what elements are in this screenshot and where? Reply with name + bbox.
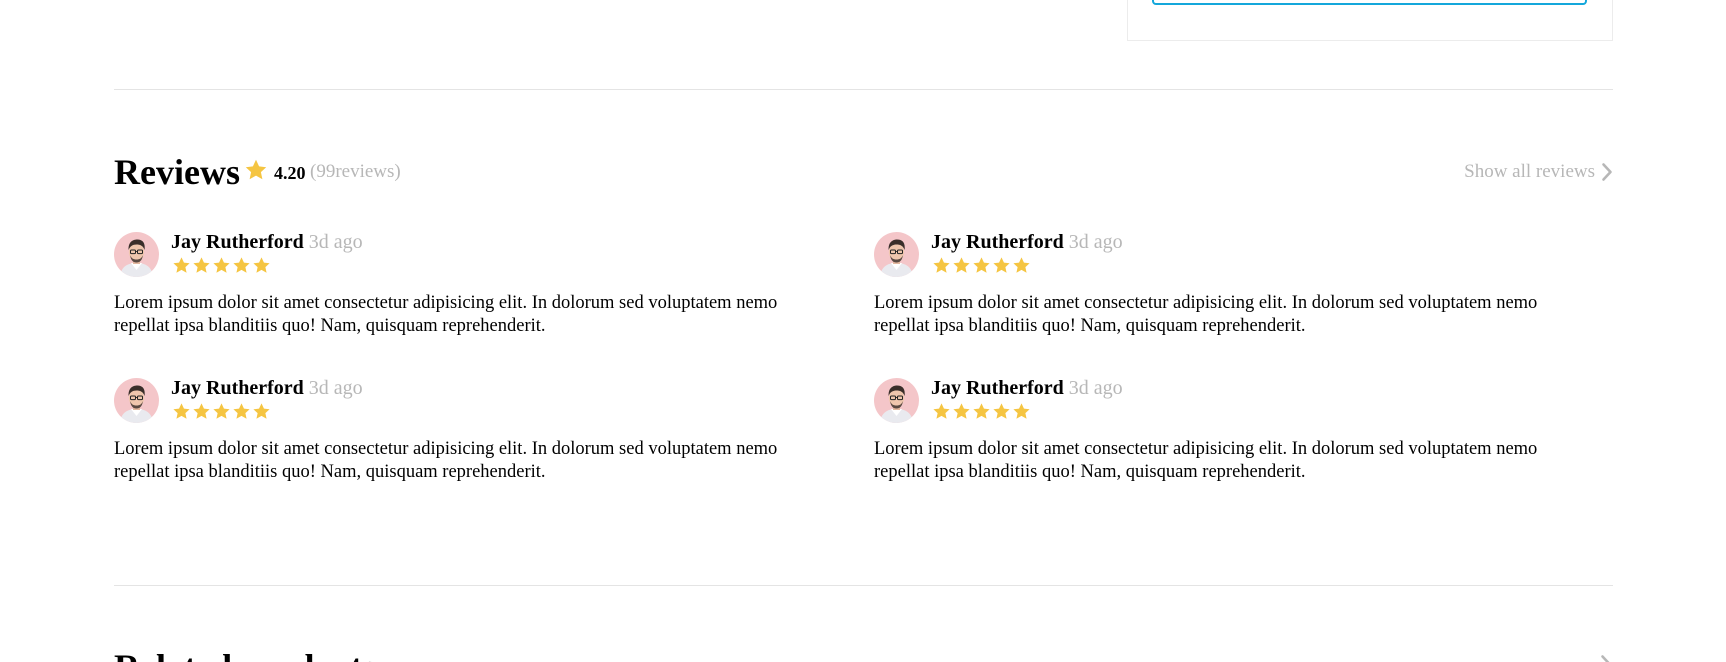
review-text: Lorem ipsum dolor sit amet consectetur a…: [114, 293, 778, 336]
star-icon: [933, 257, 950, 273]
person-icon: [120, 239, 153, 277]
reviews-title: Reviews: [114, 152, 240, 192]
review-stars: [172, 256, 271, 275]
reviewer-name[interactable]: Jay Rutherford 3d ago: [171, 376, 363, 400]
star-icon: [993, 257, 1010, 273]
reviewer-name[interactable]: Jay Rutherford 3d ago: [931, 230, 1123, 254]
star-icon: [193, 403, 210, 419]
avatar[interactable]: [874, 232, 919, 277]
show-all-reviews-link[interactable]: Show all reviews: [1464, 161, 1613, 183]
star-icon: [245, 159, 267, 180]
review-stars: [932, 402, 1031, 421]
star-icon: [253, 257, 270, 273]
star-icon: [953, 257, 970, 273]
person-icon: [120, 385, 153, 423]
review-time: 3d ago: [1068, 377, 1123, 399]
star-icon: [1013, 403, 1030, 419]
star-icon: [953, 403, 970, 419]
product-page: Reviews 4.20 (99reviews) Show all review…: [0, 0, 1726, 662]
star-icon: [933, 403, 950, 419]
review-text: Lorem ipsum dolor sit amet consectetur a…: [114, 439, 778, 482]
avatar[interactable]: [874, 378, 919, 423]
reviewer-name-label: Jay Rutherford: [931, 377, 1064, 399]
reviews-header: Reviews 4.20 (99reviews) Show all review…: [114, 150, 1613, 194]
chevron-right-icon[interactable]: [1600, 654, 1612, 662]
reviewer-name-label: Jay Rutherford: [171, 377, 304, 399]
star-icon: [173, 257, 190, 273]
section-divider: [114, 89, 1613, 90]
reviewer-name[interactable]: Jay Rutherford 3d ago: [931, 376, 1123, 400]
review-text: Lorem ipsum dolor sit amet consectetur a…: [874, 293, 1538, 336]
section-divider: [114, 585, 1613, 586]
star-icon: [233, 403, 250, 419]
review-time: 3d ago: [308, 231, 363, 253]
star-icon: [233, 257, 250, 273]
avatar[interactable]: [114, 378, 159, 423]
review-stars: [932, 256, 1031, 275]
related-products-title: Related products: [114, 645, 376, 662]
star-icon: [193, 257, 210, 273]
star-icon: [213, 257, 230, 273]
star-icon: [1013, 257, 1030, 273]
reviewer-name-label: Jay Rutherford: [171, 231, 304, 253]
purchase-card: [1127, 0, 1613, 41]
star-icon: [213, 403, 230, 419]
review-time: 3d ago: [1068, 231, 1123, 253]
star-icon: [173, 403, 190, 419]
chevron-right-icon: [1602, 163, 1612, 181]
star-icon: [253, 403, 270, 419]
review-text: Lorem ipsum dolor sit amet consectetur a…: [874, 439, 1538, 482]
star-icon: [993, 403, 1010, 419]
purchase-card-button[interactable]: [1152, 0, 1587, 5]
avatar[interactable]: [114, 232, 159, 277]
review-time: 3d ago: [308, 377, 363, 399]
show-all-reviews-label: Show all reviews: [1464, 161, 1595, 182]
review-stars: [172, 402, 271, 421]
star-icon: [973, 403, 990, 419]
reviewer-name[interactable]: Jay Rutherford 3d ago: [171, 230, 363, 254]
person-icon: [880, 385, 913, 423]
review-count: (99reviews): [310, 161, 401, 182]
reviewer-name-label: Jay Rutherford: [931, 231, 1064, 253]
star-icon: [973, 257, 990, 273]
person-icon: [880, 239, 913, 277]
average-rating: 4.20: [274, 163, 306, 183]
